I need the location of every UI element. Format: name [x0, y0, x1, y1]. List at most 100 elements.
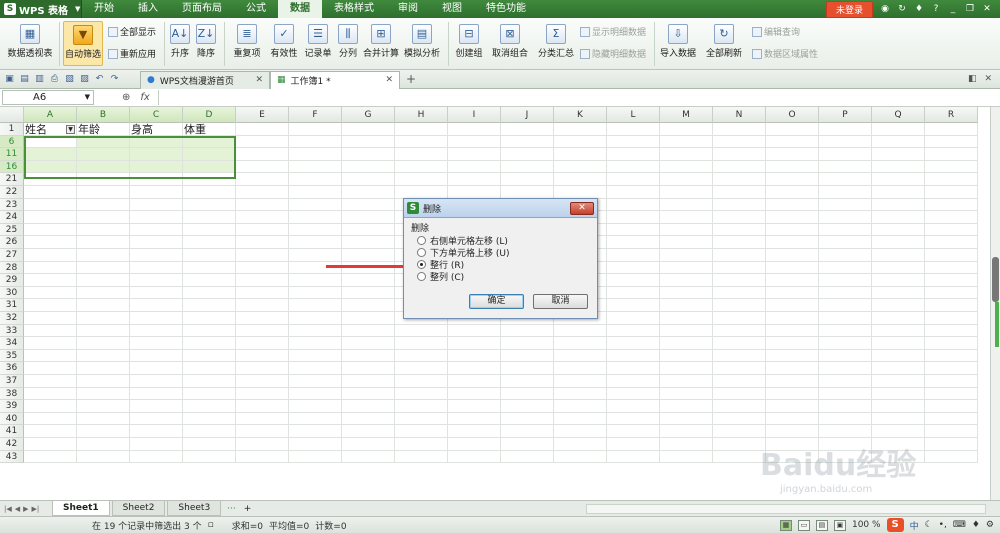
grid-cell[interactable]: [77, 337, 130, 350]
grid-cell[interactable]: [713, 324, 766, 338]
ok-button[interactable]: 确定: [469, 294, 524, 309]
column-header[interactable]: K: [554, 107, 607, 123]
grid-cell[interactable]: [713, 236, 766, 249]
grid-cell[interactable]: [501, 349, 554, 363]
grid-cell[interactable]: [130, 400, 183, 413]
page-break-icon[interactable]: ▤: [815, 519, 828, 531]
column-header[interactable]: E: [236, 107, 289, 123]
grid-cell[interactable]: [395, 186, 448, 199]
select-all-corner[interactable]: [0, 107, 24, 123]
grid-cell[interactable]: [713, 274, 766, 287]
grid-cell[interactable]: [713, 438, 766, 451]
grid-cell[interactable]: [183, 337, 236, 350]
grid-cell[interactable]: [925, 211, 978, 224]
redo-icon[interactable]: ↷: [109, 74, 120, 85]
column-header[interactable]: C: [130, 107, 183, 123]
grid-cell[interactable]: [501, 337, 554, 350]
row-header[interactable]: 34: [0, 337, 24, 350]
grid-cell[interactable]: [607, 236, 660, 249]
grid-cell[interactable]: [660, 286, 713, 300]
grid-cell[interactable]: [24, 286, 77, 300]
grid-cell[interactable]: [183, 211, 236, 224]
grid-cell[interactable]: [395, 425, 448, 438]
grid-cell[interactable]: [819, 412, 872, 426]
grid-cell[interactable]: [819, 160, 872, 174]
grid-cell[interactable]: [660, 186, 713, 199]
grid-cell[interactable]: [713, 223, 766, 237]
sort-ascending-button[interactable]: A↓ 升序: [168, 24, 192, 59]
create-group-button[interactable]: ⊟ 创建组: [452, 24, 486, 59]
grid-cell[interactable]: [925, 223, 978, 237]
grid-cell[interactable]: [660, 160, 713, 174]
grid-cell[interactable]: [501, 425, 554, 438]
grid-cell[interactable]: [766, 362, 819, 375]
grid-cell[interactable]: [713, 299, 766, 312]
grid-cell[interactable]: [342, 438, 395, 451]
grid-cell[interactable]: [872, 312, 925, 325]
grid-cell[interactable]: [183, 349, 236, 363]
menu-tab[interactable]: 公式: [234, 0, 278, 18]
grid-cell[interactable]: [77, 425, 130, 438]
row-header[interactable]: 1: [0, 123, 24, 136]
grid-cell[interactable]: [448, 349, 501, 363]
scrollbar-thumb[interactable]: [992, 257, 999, 302]
grid-cell[interactable]: [607, 375, 660, 388]
grid-cell[interactable]: [766, 349, 819, 363]
grid-cell[interactable]: [925, 450, 978, 464]
what-if-analysis-button[interactable]: ▤ 模拟分析: [402, 24, 442, 59]
grid-cell[interactable]: [183, 135, 236, 149]
grid-cell[interactable]: [660, 198, 713, 212]
shirt-icon[interactable]: ♦: [914, 4, 924, 14]
grid-cell[interactable]: [130, 375, 183, 388]
column-header[interactable]: I: [448, 107, 501, 123]
grid-cell[interactable]: [342, 274, 395, 287]
grid-cell[interactable]: [130, 186, 183, 199]
grid-cell[interactable]: [183, 261, 236, 275]
grid-cell[interactable]: [24, 198, 77, 212]
grid-cell[interactable]: [289, 450, 342, 464]
grid-cell[interactable]: [130, 349, 183, 363]
refresh-icon[interactable]: ↻: [897, 4, 907, 14]
grid-cell[interactable]: [607, 160, 660, 174]
grid-cell[interactable]: [342, 286, 395, 300]
grid-cell[interactable]: [342, 249, 395, 262]
grid-cell[interactable]: [819, 362, 872, 375]
camera-icon[interactable]: ◉: [880, 4, 890, 14]
grid-cell[interactable]: [554, 400, 607, 413]
grid-cell[interactable]: [925, 160, 978, 174]
row-header[interactable]: 11: [0, 148, 24, 161]
grid-cell[interactable]: [554, 173, 607, 186]
grid-cell[interactable]: [77, 375, 130, 388]
grid-cell[interactable]: [448, 375, 501, 388]
grid-cell[interactable]: [872, 236, 925, 249]
grid-cell[interactable]: [130, 387, 183, 401]
grid-cell[interactable]: [607, 312, 660, 325]
grid-cell[interactable]: [872, 211, 925, 224]
grid-cell[interactable]: [342, 425, 395, 438]
grid-cell[interactable]: [236, 286, 289, 300]
grid-cell[interactable]: [395, 160, 448, 174]
grid-cell[interactable]: [607, 324, 660, 338]
grid-cell[interactable]: [501, 123, 554, 136]
grid-cell[interactable]: [395, 450, 448, 464]
grid-cell[interactable]: [342, 375, 395, 388]
row-header[interactable]: 42: [0, 438, 24, 451]
grid-cell[interactable]: [183, 286, 236, 300]
grid-cell[interactable]: [925, 362, 978, 375]
grid-cell[interactable]: [713, 198, 766, 212]
grid-cell[interactable]: [660, 223, 713, 237]
grid-cell[interactable]: [77, 362, 130, 375]
grid-cell[interactable]: [554, 337, 607, 350]
grid-cell[interactable]: [24, 186, 77, 199]
grid-cell[interactable]: [554, 148, 607, 161]
grid-cell[interactable]: [77, 211, 130, 224]
grid-cell[interactable]: [236, 123, 289, 136]
grid-cell[interactable]: [342, 450, 395, 464]
grid-cell[interactable]: [925, 236, 978, 249]
grid-cell[interactable]: [289, 286, 342, 300]
menu-tab[interactable]: 特色功能: [474, 0, 538, 18]
row-header[interactable]: 38: [0, 387, 24, 401]
grid-cell[interactable]: [607, 425, 660, 438]
grid-cell[interactable]: [554, 362, 607, 375]
column-header[interactable]: F: [289, 107, 342, 123]
